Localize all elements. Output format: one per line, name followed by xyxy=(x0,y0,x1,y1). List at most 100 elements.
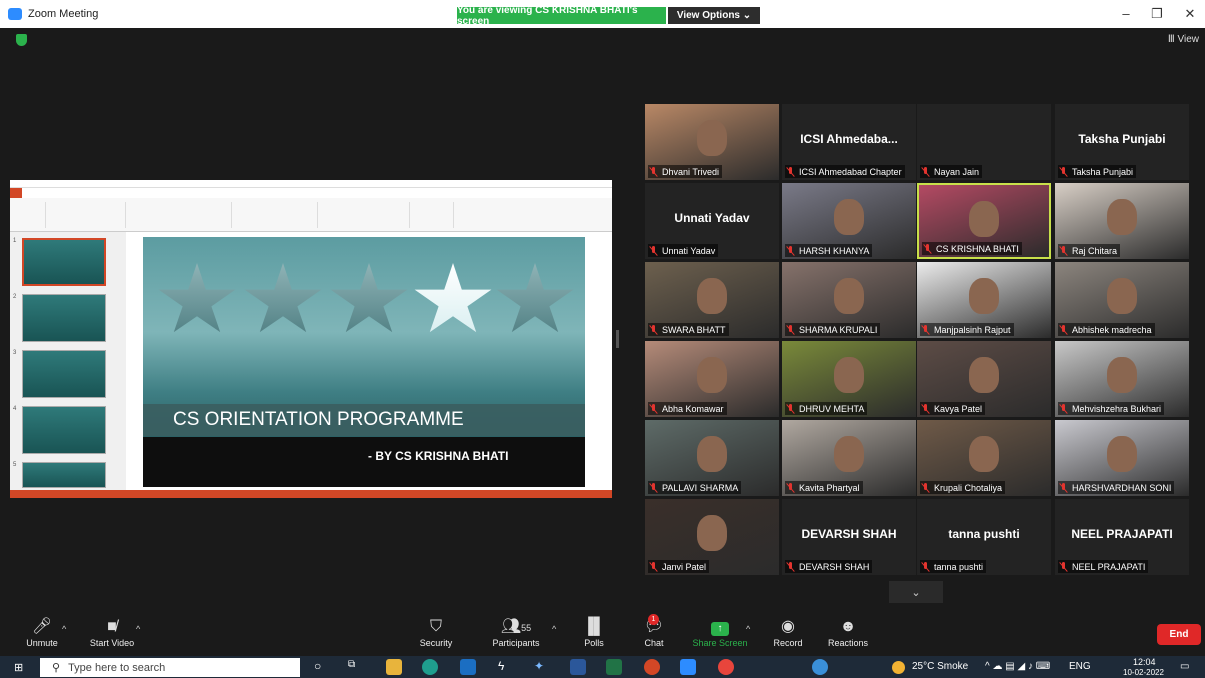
participant-tile[interactable]: tanna pushti tanna pushti xyxy=(917,499,1051,575)
participant-tile[interactable]: DEVARSH SHAH DEVARSH SHAH xyxy=(782,499,916,575)
participant-tile[interactable]: Abhishek madrecha xyxy=(1055,262,1189,338)
participant-tile[interactable]: HARSHVARDHAN SONI xyxy=(1055,420,1189,496)
participant-display-name: NEEL PRAJAPATI xyxy=(1071,527,1173,541)
participant-tile[interactable]: Abha Komawar xyxy=(645,341,779,417)
chevron-up-icon[interactable]: ^ xyxy=(552,624,556,634)
slide-thumb[interactable] xyxy=(22,238,106,286)
taskbar-search[interactable]: ⚲ Type here to search xyxy=(40,658,300,677)
participant-tile[interactable]: ICSI Ahmedaba... ICSI Ahmedabad Chapter xyxy=(782,104,916,180)
participant-count: 55 xyxy=(521,623,532,633)
polls-button[interactable]: ▐▌ Polls xyxy=(578,616,610,648)
slide-thumbnails: 1 2 3 4 5 xyxy=(10,232,126,490)
excel-icon[interactable] xyxy=(606,659,622,675)
slide-thumb[interactable] xyxy=(22,294,106,342)
mail-icon[interactable] xyxy=(460,659,476,675)
participant-tile[interactable]: SHARMA KRUPALI xyxy=(782,262,916,338)
participant-tile[interactable]: DHRUV MEHTA xyxy=(782,341,916,417)
participant-tile[interactable]: Krupali Chotaliya xyxy=(917,420,1051,496)
participant-silhouette xyxy=(969,436,999,472)
participant-tile[interactable]: Mehvishzehra Bukhari xyxy=(1055,341,1189,417)
edge-icon[interactable] xyxy=(422,659,438,675)
participant-tile[interactable]: Unnati Yadav Unnati Yadav xyxy=(645,183,779,259)
microphone-muted-icon: 🎤︎ xyxy=(31,618,53,635)
reactions-button[interactable]: ☻ Reactions xyxy=(826,616,870,648)
participant-tile[interactable]: HARSH KHANYA xyxy=(782,183,916,259)
participant-tile[interactable]: CS KRISHNA BHATI xyxy=(917,183,1051,259)
microphone-muted-icon xyxy=(786,561,795,572)
word-icon[interactable] xyxy=(570,659,586,675)
participant-name: Kavita Phartyal xyxy=(799,482,860,493)
microphone-muted-icon xyxy=(649,561,658,572)
help-icon[interactable] xyxy=(812,659,828,675)
windows-start-icon[interactable]: ⊞ xyxy=(14,661,23,674)
zoom-icon[interactable] xyxy=(680,659,696,675)
panel-divider-handle[interactable] xyxy=(616,330,619,348)
start-video-button[interactable]: ■̸ Start Video xyxy=(86,616,138,648)
view-options-button[interactable]: View Options ⌄ xyxy=(668,7,760,24)
chat-button[interactable]: 💬︎ 1 Chat xyxy=(638,614,670,648)
powerpoint-ribbon xyxy=(10,198,612,232)
powerpoint-icon[interactable] xyxy=(644,659,660,675)
participant-tile[interactable]: Dhvani Trivedi xyxy=(645,104,779,180)
maximize-icon[interactable]: ❐ xyxy=(1147,6,1167,22)
dropbox-icon[interactable]: ✦ xyxy=(534,659,550,675)
encryption-shield-icon[interactable] xyxy=(16,34,27,46)
participant-name: Nayan Jain xyxy=(934,166,980,177)
end-meeting-button[interactable]: End xyxy=(1157,624,1201,645)
unmute-button[interactable]: 🎤︎ Unmute xyxy=(20,616,64,648)
participant-name-tag: PALLAVI SHARMA xyxy=(648,481,742,494)
reactions-label: Reactions xyxy=(827,638,869,648)
participant-tile[interactable]: PALLAVI SHARMA xyxy=(645,420,779,496)
participant-display-name: tanna pushti xyxy=(948,527,1020,541)
minimize-icon[interactable]: – xyxy=(1116,6,1136,21)
tray-icons[interactable]: ^ ☁ ▤ ◢ ♪ ⌨ xyxy=(985,661,1050,672)
clock-time[interactable]: 12:04 xyxy=(1133,657,1156,667)
view-button[interactable]: Ⅲ View xyxy=(1168,34,1199,45)
participant-tile[interactable]: Manjpalsinh Rajput xyxy=(917,262,1051,338)
participant-silhouette xyxy=(697,515,727,551)
participant-tile[interactable]: Janvi Patel xyxy=(645,499,779,575)
participant-tile[interactable]: Kavita Phartyal xyxy=(782,420,916,496)
file-explorer-icon[interactable] xyxy=(386,659,402,675)
close-icon[interactable]: ✕ xyxy=(1180,6,1200,22)
participant-silhouette xyxy=(834,436,864,472)
chrome-icon[interactable] xyxy=(718,659,734,675)
slide-thumb[interactable] xyxy=(22,406,106,454)
participant-tile[interactable]: Nayan Jain xyxy=(917,104,1051,180)
shared-screen[interactable]: 1 2 3 4 5 CS ORIENTATION PROGRAMME - BY … xyxy=(10,180,612,498)
share-screen-button[interactable]: ↑ Share Screen xyxy=(690,616,750,648)
participant-display-name: Unnati Yadav xyxy=(674,211,750,225)
smiley-plus-icon: ☻ xyxy=(839,618,857,635)
microphone-muted-icon xyxy=(921,482,930,493)
participant-tile[interactable]: NEEL PRAJAPATI NEEL PRAJAPATI xyxy=(1055,499,1189,575)
clock-date[interactable]: 10-02-2022 xyxy=(1123,668,1164,677)
cortana-icon[interactable]: ○ xyxy=(314,659,330,675)
weather-text[interactable]: 25°C Smoke xyxy=(912,661,968,672)
participant-name-tag: ICSI Ahmedabad Chapter xyxy=(785,165,905,178)
participant-tile[interactable]: Raj Chitara xyxy=(1055,183,1189,259)
powerpoint-status-bar xyxy=(10,490,612,498)
participant-tile[interactable]: Kavya Patel xyxy=(917,341,1051,417)
chevron-up-icon[interactable]: ^ xyxy=(136,624,140,634)
search-placeholder: Type here to search xyxy=(68,661,166,674)
record-label: Record xyxy=(773,638,803,648)
slide-thumb[interactable] xyxy=(22,462,106,488)
security-button[interactable]: ⛉ Security xyxy=(414,616,458,648)
record-button[interactable]: ◉ Record xyxy=(770,616,806,648)
microphone-muted-icon xyxy=(921,561,930,572)
chevron-down-icon[interactable]: ⌄ xyxy=(889,581,943,603)
slide-thumb[interactable] xyxy=(22,350,106,398)
chevron-up-icon[interactable]: ^ xyxy=(62,624,66,634)
app-icon[interactable]: ϟ xyxy=(498,659,514,675)
participant-name: HARSHVARDHAN SONI xyxy=(1072,482,1172,493)
participant-name-tag: Manjpalsinh Rajput xyxy=(920,323,1014,336)
participant-silhouette xyxy=(1107,436,1137,472)
notifications-icon[interactable]: ▭ xyxy=(1180,661,1189,672)
chevron-up-icon[interactable]: ^ xyxy=(746,624,750,634)
language-indicator[interactable]: ENG xyxy=(1069,661,1091,672)
participant-tile[interactable]: Taksha Punjabi Taksha Punjabi xyxy=(1055,104,1189,180)
powerpoint-tabs xyxy=(10,188,612,198)
participant-tile[interactable]: SWARA BHATT xyxy=(645,262,779,338)
task-view-icon[interactable]: ⧉ xyxy=(348,659,364,675)
participants-button[interactable]: 👥︎55 Participants xyxy=(488,616,544,648)
